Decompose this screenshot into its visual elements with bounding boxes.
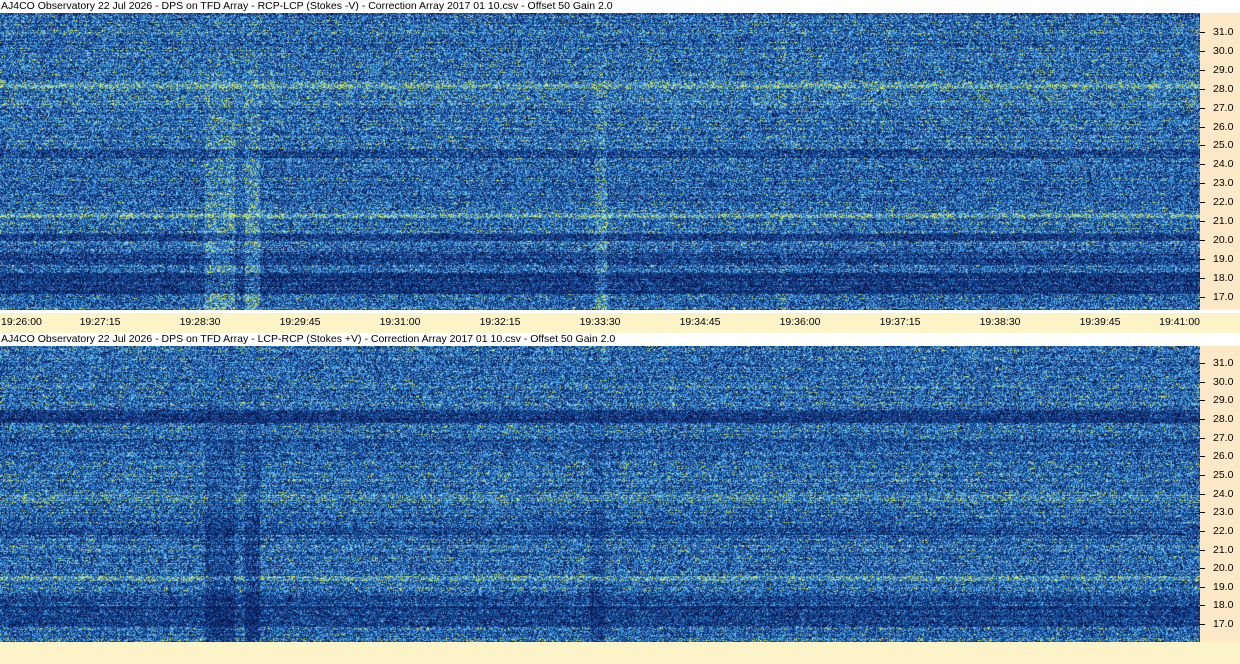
- y-tick-label: 17.0: [1213, 290, 1234, 303]
- y-tick-mark: [1200, 239, 1205, 241]
- x-tick-label: 19:36:00: [779, 316, 821, 328]
- y-tick-label: 24.0: [1213, 158, 1234, 171]
- y-tick-mark: [1200, 107, 1205, 109]
- y-tick-label: 27.0: [1213, 101, 1234, 114]
- y-tick-mark: [1200, 493, 1205, 495]
- y-tick-label: 23.0: [1213, 177, 1234, 190]
- y-tick-mark: [1200, 549, 1205, 551]
- y-tick-mark: [1200, 221, 1205, 222]
- y-tick-mark: [1200, 437, 1205, 439]
- x-tick-label: 19:34:45: [679, 316, 721, 328]
- spectrogram-bottom[interactable]: [0, 346, 1200, 642]
- y-tick-label: 29.0: [1213, 394, 1234, 407]
- y-tick-mark: [1200, 277, 1205, 279]
- x-tick-label: 19:31:00: [379, 316, 421, 328]
- y-tick-mark: [1200, 400, 1205, 402]
- status-strip: [0, 642, 1240, 664]
- y-tick-label: 27.0: [1213, 431, 1234, 444]
- x-tick-label: 19:27:15: [79, 316, 121, 328]
- y-tick-label: 17.0: [1213, 618, 1234, 631]
- y-tick-label: 22.0: [1213, 196, 1234, 209]
- y-tick-mark: [1200, 296, 1205, 298]
- y-tick-label: 31.0: [1213, 26, 1234, 38]
- y-tick-label: 22.0: [1213, 524, 1234, 537]
- y-tick-label: 20.0: [1213, 562, 1234, 575]
- y-tick-label: 25.0: [1213, 139, 1234, 152]
- y-tick-mark: [1200, 381, 1205, 383]
- panel-title: AJ4CO Observatory 22 Jul 2026 - DPS on T…: [0, 0, 1200, 13]
- y-tick-mark: [1200, 624, 1205, 626]
- y-tick-label: 21.0: [1213, 543, 1234, 556]
- y-tick-mark: [1200, 586, 1205, 588]
- y-tick-mark: [1200, 363, 1205, 364]
- y-tick-label: 31.0: [1213, 357, 1234, 369]
- y-tick-mark: [1200, 418, 1205, 420]
- y-tick-mark: [1200, 530, 1205, 532]
- x-tick-label: 19:28:30: [179, 316, 221, 328]
- y-tick-mark: [1200, 258, 1205, 260]
- x-tick-label: 19:39:45: [1079, 316, 1121, 328]
- spectrogram-top[interactable]: [0, 13, 1200, 310]
- y-tick-label: 30.0: [1213, 375, 1234, 388]
- x-tick-label: 19:38:30: [979, 316, 1021, 328]
- y-tick-mark: [1200, 126, 1205, 128]
- y-tick-label: 21.0: [1213, 215, 1234, 227]
- y-tick-mark: [1200, 183, 1205, 185]
- x-tick-label: 19:33:30: [579, 316, 621, 328]
- y-tick-label: 20.0: [1213, 233, 1234, 246]
- y-tick-label: 19.0: [1213, 252, 1234, 265]
- y-tick-label: 25.0: [1213, 468, 1234, 481]
- frequency-axis: 31.0 30.0 29.0 28.0 27.0 26.0 25.0 24.0 23.0 22.0…: [1200, 13, 1240, 310]
- y-tick-label: 29.0: [1213, 63, 1234, 76]
- y-tick-label: 28.0: [1213, 412, 1234, 425]
- y-tick-mark: [1200, 605, 1205, 607]
- panel-title: AJ4CO Observatory 22 Jul 2026 - DPS on T…: [0, 333, 1200, 346]
- y-tick-mark: [1200, 512, 1205, 514]
- y-tick-label: 26.0: [1213, 120, 1234, 133]
- x-tick-label: 19:29:45: [279, 316, 321, 328]
- y-tick-label: 18.0: [1213, 599, 1234, 612]
- y-tick-label: 23.0: [1213, 506, 1234, 519]
- panel-rcp-lcp: AJ4CO Observatory 22 Jul 2026 - DPS on T…: [0, 0, 1240, 313]
- x-tick-label: 19:32:15: [479, 316, 521, 328]
- frequency-axis: 31.0 30.0 29.0 28.0 27.0 26.0 25.0 24.0 23.0 22.0…: [1200, 346, 1240, 642]
- y-tick-mark: [1200, 456, 1205, 458]
- y-tick-label: 24.0: [1213, 487, 1234, 500]
- y-tick-mark: [1200, 164, 1205, 166]
- y-tick-mark: [1200, 474, 1205, 476]
- y-tick-mark: [1200, 50, 1205, 52]
- y-tick-label: 18.0: [1213, 271, 1234, 284]
- x-tick-label: 19:37:15: [879, 316, 921, 328]
- y-tick-mark: [1200, 202, 1205, 204]
- y-tick-label: 26.0: [1213, 450, 1234, 463]
- y-tick-mark: [1200, 568, 1205, 570]
- x-tick-label: 19:41:00: [1159, 316, 1200, 328]
- panel-lcp-rcp: AJ4CO Observatory 22 Jul 2026 - DPS on T…: [0, 333, 1240, 642]
- y-tick-mark: [1200, 32, 1205, 33]
- y-tick-mark: [1200, 88, 1205, 90]
- y-tick-label: 30.0: [1213, 44, 1234, 57]
- y-tick-label: 19.0: [1213, 580, 1234, 593]
- spectrogram-canvas[interactable]: [0, 13, 1200, 310]
- spectrogram-canvas[interactable]: [0, 346, 1200, 642]
- time-axis: 19:26:00 19:27:15 19:28:30 19:29:45 19:31:00…: [0, 313, 1240, 333]
- y-tick-mark: [1200, 69, 1205, 71]
- y-tick-mark: [1200, 145, 1205, 147]
- y-tick-label: 28.0: [1213, 82, 1234, 95]
- x-tick-label: 19:26:00: [1, 316, 42, 328]
